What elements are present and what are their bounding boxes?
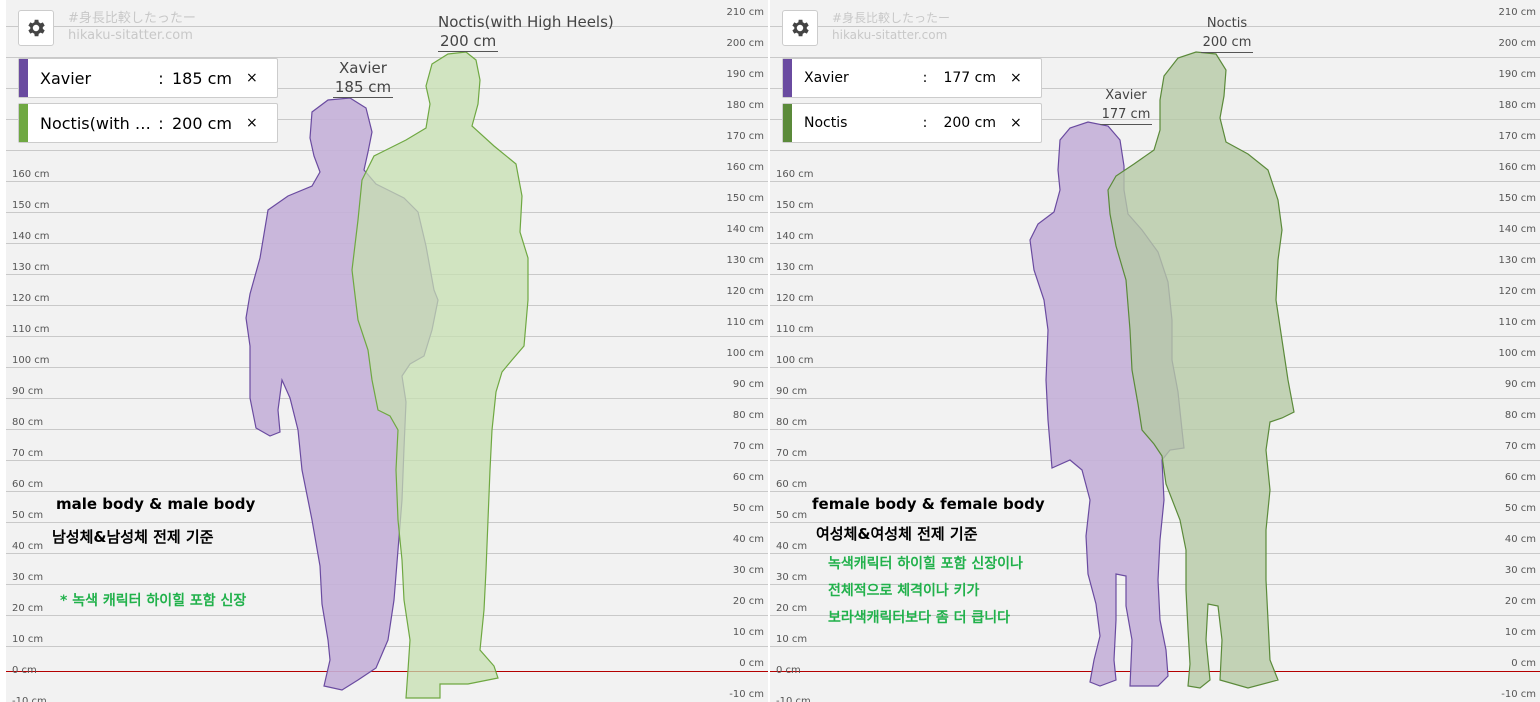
figure-label-height: 185 cm [332, 78, 394, 98]
annotation-note-1: 녹색캐릭터 하이힐 포함 신장이나 [828, 556, 1023, 572]
figure-label-noctis: Noctis 200 cm [1198, 14, 1256, 53]
watermark-hashtag: #身長比較したったー [832, 11, 951, 25]
comparison-panel-right: 210 cm 200 cm 190 cm 180 cm 170 cm 160 cm 160 … [770, 0, 1540, 702]
figure-label-height: 177 cm [1099, 105, 1153, 125]
entry-row-xavier[interactable]: Xavier : 185 cm × [18, 58, 278, 98]
entry-row-noctis[interactable]: Noctis : 200 cm × [782, 103, 1042, 143]
settings-button[interactable] [782, 10, 818, 46]
entry-height: 200 cm [943, 115, 996, 131]
entry-height: 177 cm [943, 70, 996, 86]
annotation-body-en: female body & female body [812, 495, 1045, 513]
entry-row-noctis[interactable]: Noctis(with … : 200 cm × [18, 103, 278, 143]
remove-button[interactable]: × [1010, 115, 1022, 131]
annotation-note-3: 보라색캐릭터보다 좀 더 큽니다 [828, 610, 1011, 626]
figure-label-xavier: Xavier 177 cm [1098, 86, 1154, 125]
entry-row-xavier[interactable]: Xavier : 177 cm × [782, 58, 1042, 98]
watermark-hashtag: #身長比較したったー [68, 11, 196, 26]
remove-button[interactable]: × [1010, 70, 1022, 86]
annotation-body-ko: 남성체&남성체 전제 기준 [52, 528, 214, 546]
figure-label-name: Xavier [339, 59, 387, 77]
entry-name: Noctis(with … [40, 113, 150, 133]
entry-colon: : [158, 68, 164, 88]
annotation-note: * 녹색 캐릭터 하이힐 포함 신장 [60, 593, 247, 609]
entry-name: Xavier [40, 68, 92, 88]
comparison-panel-left: 210 cm 200 cm 190 cm 180 cm 170 cm 160 cm 160 … [6, 0, 768, 702]
gear-icon [792, 19, 809, 37]
entry-colon: : [158, 113, 164, 133]
watermark-url: hikaku-sitatter.com [68, 28, 193, 43]
color-swatch [783, 104, 792, 142]
gear-icon [28, 19, 45, 37]
entry-colon: : [922, 115, 928, 131]
annotation-body-en: male body & male body [56, 495, 256, 513]
watermark-url: hikaku-sitatter.com [832, 28, 948, 42]
color-swatch [783, 59, 792, 97]
entry-height: 185 cm [172, 68, 233, 88]
figure-label-xavier: Xavier 185 cm [332, 59, 394, 98]
watermark: #身長比較したったー hikaku-sitatter.com [68, 10, 196, 44]
entry-name: Xavier [804, 70, 849, 86]
settings-button[interactable] [18, 10, 54, 46]
figure-label-height: 200 cm [1200, 33, 1254, 53]
remove-button[interactable]: × [246, 70, 258, 86]
color-swatch [19, 59, 28, 97]
remove-button[interactable]: × [246, 115, 258, 131]
annotation-body-ko: 여성체&여성체 전제 기준 [816, 525, 978, 543]
figure-label-name: Noctis [1206, 16, 1248, 31]
figure-label-name: Xavier [1105, 88, 1147, 103]
entry-name: Noctis [804, 115, 848, 131]
annotation-note-2: 전체적으로 체격이나 키가 [828, 583, 980, 599]
color-swatch [19, 104, 28, 142]
figure-label-name: Noctis(with High Heels) [438, 13, 614, 31]
figure-label-noctis: Noctis(with High Heels) 200 cm [438, 13, 618, 52]
figure-label-height: 200 cm [438, 32, 499, 52]
entry-colon: : [922, 70, 928, 86]
entry-height: 200 cm [172, 113, 233, 133]
watermark: #身長比較したったー hikaku-sitatter.com [832, 10, 950, 44]
